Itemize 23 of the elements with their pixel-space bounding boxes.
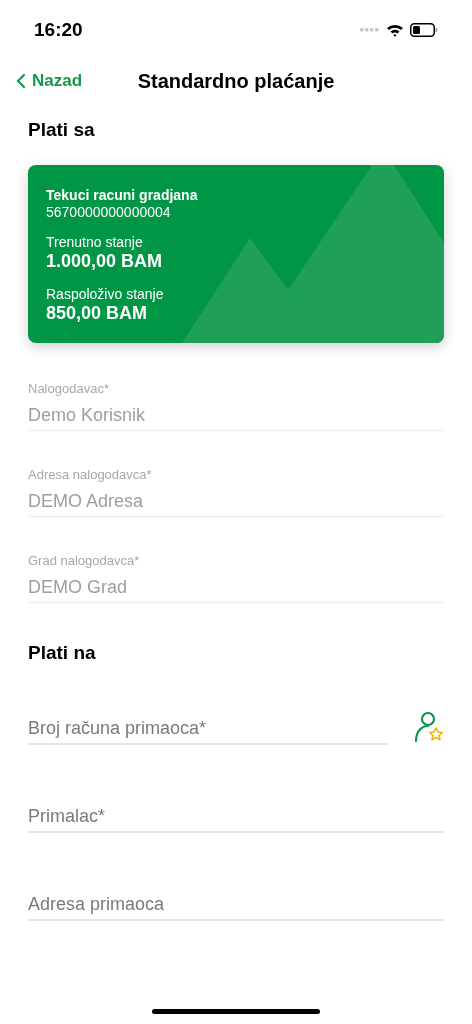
balance-value: 850,00 BAM bbox=[46, 302, 149, 323]
input-field[interactable]: Broj računa primaoca* bbox=[28, 713, 388, 745]
back-button[interactable]: Nazad bbox=[16, 68, 83, 94]
balance-label: Trenutno stanje bbox=[46, 232, 144, 251]
account-card[interactable]: Tekuci racuni gradjana 5670000000000004 Trenutno stanje 1.000,00 BAM Raspoloživo stanje 850,00 BAM bbox=[28, 164, 444, 343]
contact-star-icon[interactable] bbox=[414, 711, 444, 743]
input-field[interactable]: Primalac* bbox=[28, 801, 444, 833]
screen-title: Standardno plaćanje bbox=[137, 69, 335, 94]
field-label: Nalogodavac* bbox=[28, 380, 110, 397]
input-field[interactable]: Adresa primaoca bbox=[28, 889, 444, 921]
battery-icon bbox=[410, 23, 438, 37]
section-title: Plati na bbox=[28, 640, 97, 665]
status-time: 16:20 bbox=[34, 17, 83, 42]
balance-value: 1.000,00 BAM bbox=[46, 250, 164, 271]
account-number: 5670000000000004 bbox=[46, 203, 172, 221]
account-name: Tekuci racuni gradjana bbox=[46, 186, 199, 204]
field-label: Grad nalogodavca* bbox=[28, 552, 141, 569]
balance-label: Raspoloživo stanje bbox=[46, 284, 165, 303]
wifi-icon bbox=[386, 23, 404, 37]
section-title: Plati sa bbox=[28, 118, 96, 142]
field-label: Adresa nalogodavca* bbox=[28, 466, 153, 483]
back-chevron-icon bbox=[16, 73, 26, 89]
signal-icon bbox=[360, 28, 380, 32]
